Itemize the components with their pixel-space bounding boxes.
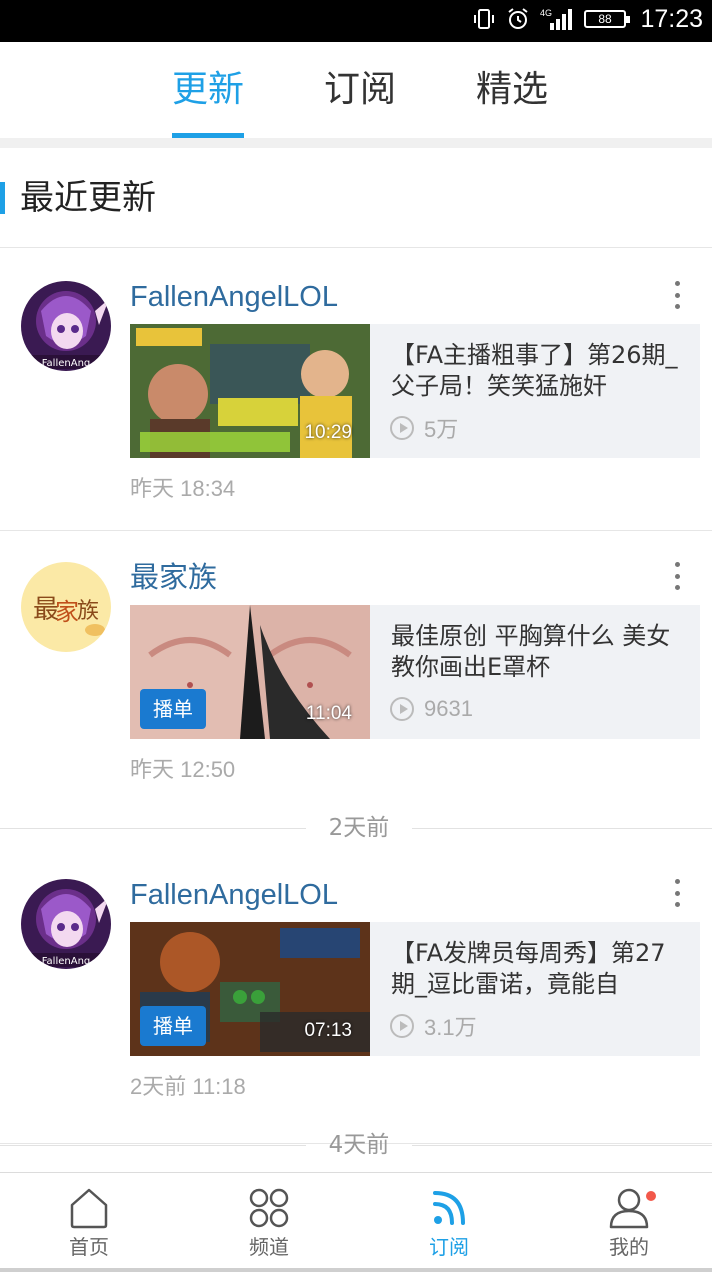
status-bar: 4G 88 17:23	[0, 0, 712, 42]
date-separator-label: 4天前	[328, 1132, 390, 1158]
tab-featured[interactable]: 精选	[476, 42, 548, 138]
view-count-value: 9631	[424, 696, 473, 721]
video-card[interactable]: 播单 07:13 【FA发牌员每周秀】第27期_逗比雷诺，竟能自 3.1万	[130, 922, 700, 1056]
video-duration: 10:29	[304, 422, 352, 443]
bottom-tab-profile[interactable]: 我的	[540, 1173, 712, 1269]
svg-text:家: 家	[55, 598, 79, 626]
more-options-icon[interactable]	[666, 281, 688, 309]
svg-text:FallenAng: FallenAng	[42, 956, 91, 967]
signal-icon: 4G	[540, 8, 572, 30]
avatar[interactable]: 最 家 族	[21, 562, 111, 652]
tab-updates-label: 更新	[172, 69, 245, 110]
avatar[interactable]: FallenAng	[21, 879, 111, 969]
feed-item: 最 家 族 最家族 播单 11:04 最佳原创 平胸算什么 美女教你画出E罩杯	[0, 530, 712, 812]
network-label: 4G	[540, 8, 552, 18]
video-duration: 07:13	[304, 1020, 352, 1041]
tab-featured-label: 精选	[476, 69, 549, 110]
tab-subscriptions[interactable]: 订阅	[324, 42, 396, 138]
video-title: 【FA主播粗事了】第26期_父子局！笑笑猛施奸	[391, 341, 678, 400]
playlist-badge: 播单	[140, 689, 206, 729]
more-options-icon[interactable]	[666, 562, 688, 590]
bottom-tab-subscriptions-label: 订阅	[429, 1235, 469, 1259]
profile-icon	[609, 1188, 649, 1229]
top-tab-bar: 更新 订阅 精选	[0, 42, 712, 138]
view-count: 9631	[390, 695, 473, 723]
avatar[interactable]: FallenAng	[21, 281, 111, 371]
play-count-icon	[390, 1014, 414, 1038]
play-count-icon	[390, 416, 414, 440]
post-time: 昨天 18:34	[130, 476, 236, 501]
view-count: 5万	[390, 414, 458, 442]
bottom-tab-home-label: 首页	[69, 1235, 109, 1259]
battery-icon: 88	[584, 10, 630, 28]
date-separator: 2天前	[0, 810, 712, 846]
section-header: 最近更新	[0, 148, 712, 248]
author-name[interactable]: 最家族	[130, 560, 217, 596]
view-count-value: 5万	[424, 417, 459, 442]
grid-icon	[249, 1188, 289, 1228]
vibrate-icon	[474, 9, 494, 29]
video-thumbnail: 10:29	[130, 324, 370, 458]
bottom-nav-bar: 首页 频道 订阅 我的	[0, 1172, 712, 1272]
view-count-value: 3.1万	[424, 1015, 477, 1040]
more-options-icon[interactable]	[666, 879, 688, 907]
video-card[interactable]: 10:29 【FA主播粗事了】第26期_父子局！笑笑猛施奸 5万	[130, 324, 700, 458]
playlist-badge: 播单	[140, 1006, 206, 1046]
video-thumbnail: 播单 11:04	[130, 605, 370, 739]
alarm-icon	[508, 8, 528, 29]
feed-item: FallenAng FallenAngelLOL 10:29 【FA主播粗事了】…	[0, 249, 712, 531]
bottom-edge	[0, 1268, 712, 1272]
author-name[interactable]: FallenAngelLOL	[130, 279, 338, 315]
tab-updates[interactable]: 更新	[172, 42, 244, 138]
battery-level: 88	[598, 12, 612, 26]
date-separator: 4天前	[0, 1127, 712, 1163]
video-title: 最佳原创 平胸算什么 美女教你画出E罩杯	[391, 622, 671, 681]
video-duration: 11:04	[305, 703, 352, 724]
view-count: 3.1万	[390, 1012, 477, 1040]
tab-subscriptions-label: 订阅	[324, 69, 397, 110]
post-time: 昨天 12:50	[130, 757, 236, 782]
home-icon	[70, 1188, 108, 1229]
bottom-tab-channels[interactable]: 频道	[180, 1173, 358, 1269]
bottom-tab-profile-label: 我的	[609, 1235, 649, 1259]
status-time: 17:23	[640, 5, 703, 33]
play-count-icon	[390, 697, 414, 721]
video-title: 【FA发牌员每周秀】第27期_逗比雷诺，竟能自	[391, 939, 666, 998]
feed-item: FallenAng FallenAngelLOL 播单 07:13 【FA发牌员…	[0, 847, 712, 1144]
bottom-tab-home[interactable]: 首页	[0, 1173, 178, 1269]
bottom-tab-subscriptions[interactable]: 订阅	[360, 1173, 538, 1269]
author-name[interactable]: FallenAngelLOL	[130, 877, 338, 913]
post-time: 2天前 11:18	[130, 1074, 246, 1099]
video-card[interactable]: 播单 11:04 最佳原创 平胸算什么 美女教你画出E罩杯 9631	[130, 605, 700, 739]
svg-text:族: 族	[77, 599, 99, 624]
bottom-tab-channels-label: 频道	[249, 1235, 289, 1259]
divider	[0, 138, 712, 148]
svg-text:FallenAng: FallenAng	[42, 358, 91, 369]
subscribe-rss-icon	[433, 1191, 465, 1225]
section-accent-bar	[0, 182, 5, 214]
date-separator-label: 2天前	[328, 815, 390, 841]
section-title: 最近更新	[20, 178, 156, 218]
status-icons: 4G 88	[472, 6, 630, 32]
notification-dot	[646, 1191, 656, 1201]
video-thumbnail: 播单 07:13	[130, 922, 370, 1056]
